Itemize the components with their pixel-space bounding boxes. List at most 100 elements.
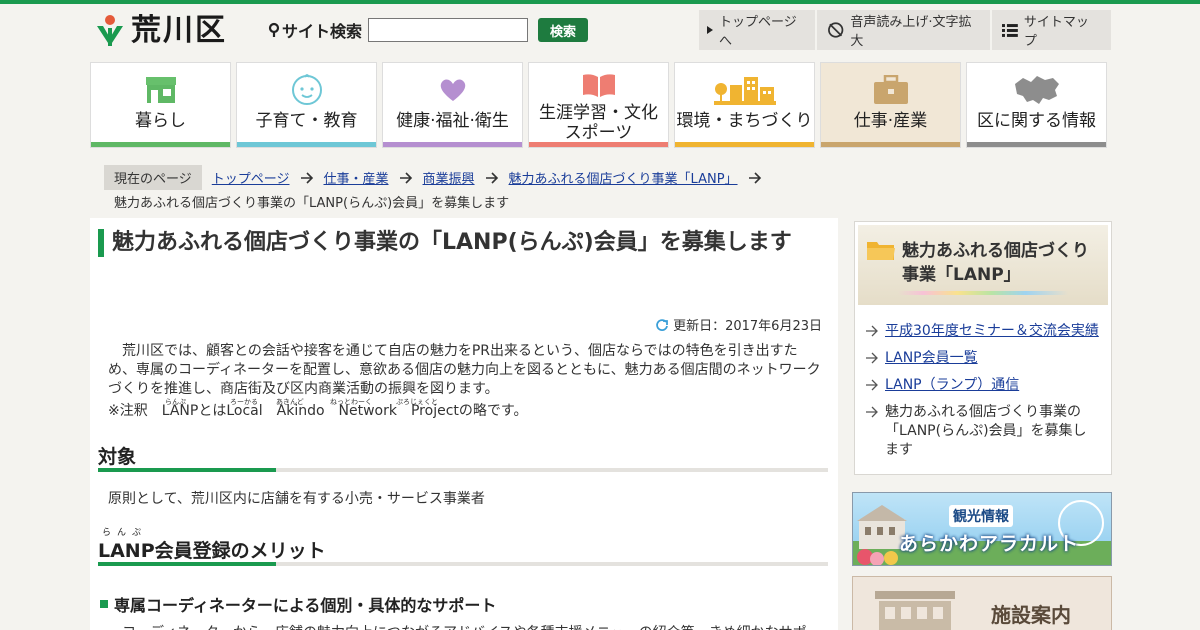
sidebar-link[interactable]: LANP会員一覧 (885, 349, 978, 368)
sidebar-link[interactable]: LANP（ランプ）通信 (885, 376, 1019, 395)
logo-text: 荒川区 (131, 13, 227, 48)
sidebar-link[interactable]: 平成30年度セミナー＆交流会実績 (885, 322, 1099, 341)
facility-building-icon (875, 591, 955, 630)
ruby-text: ろーかる (230, 398, 258, 406)
nav-tile-work-industry[interactable]: 仕事·産業 (820, 62, 961, 148)
nav-tile-ward-info[interactable]: 区に関する情報 (966, 62, 1107, 148)
house-icon (145, 77, 176, 103)
intro-line: 荒川区では、顧客との会話や接客を通じて自店の魅力をPR出来るという、個店ならでは… (122, 343, 798, 359)
nav-underline (675, 142, 814, 147)
sitemap-label: サイトマップ (1023, 15, 1089, 49)
nav-tile-living[interactable]: 暮らし (90, 62, 231, 148)
facility-title: 施設案内 (991, 603, 1071, 627)
arrow-right-icon (748, 171, 761, 184)
search-label: サイト検索 (268, 18, 362, 42)
nav-label-work-industry: 仕事·産業 (853, 111, 928, 131)
search-input[interactable] (368, 18, 529, 42)
book-icon (582, 74, 615, 97)
breadcrumb-link-top[interactable]: トップページ (212, 168, 290, 187)
speech-zoom-label: 音声読み上げ·文字拡大 (850, 15, 972, 49)
breadcrumb-link-lanp[interactable]: 魅力あふれる個店づくり事業「LANP」 (509, 168, 738, 187)
main-content: 魅力あふれる個店づくり事業の「LANP(らんぷ)会員」を募集します 更新日：20… (90, 218, 838, 630)
search-label-text: サイト検索 (282, 22, 363, 41)
arrow-right-icon (300, 171, 313, 184)
top-accent-bar (0, 0, 1200, 4)
ruby-text: らんぷ (165, 398, 186, 406)
arrow-right-icon (866, 379, 878, 391)
ruby-text: ねっとわーく (330, 398, 372, 406)
breadcrumb-link-work[interactable]: 仕事・産業 (324, 168, 389, 187)
sidebar-title: 魅力あふれる個店づくり事業「LANP」 (902, 241, 1089, 285)
sidebar-item[interactable]: LANP会員一覧 (865, 349, 1099, 368)
updated-text: 更新日：2017年6月23日 (673, 319, 822, 334)
section-heading-merit: らんぷ LANP会員登録のメリット (98, 528, 828, 566)
subheading-support: 専属コーディネーターによる個別・具体的なサポート (100, 592, 496, 616)
arakawa-emblem-icon (95, 14, 125, 48)
note-line: らんぷ ろーかる あきんど ねっとわーく ぷろじぇくと ※注釈 LANPとはLo… (108, 398, 826, 421)
breadcrumb-current-label: 現在のページ (104, 165, 202, 190)
nav-underline (383, 142, 522, 147)
nav-tile-health[interactable]: 健康·福祉·衛生 (382, 62, 523, 148)
nav-label-childcare: 子育て・教育 (255, 111, 358, 131)
breadcrumb: 現在のページ トップページ 仕事・産業 商業振興 魅力あふれる個店づくり事業「L… (104, 165, 762, 190)
page-title: 魅力あふれる個店づくり事業の「LANP(らんぷ)会員」を募集します (98, 229, 818, 257)
nav-label-living: 暮らし (135, 111, 186, 131)
nav-label-health: 健康·福祉·衛生 (396, 111, 509, 131)
site-logo[interactable]: 荒川区 (95, 14, 227, 48)
arrow-right-icon (485, 171, 498, 184)
global-nav: 暮らし 子育て・教育 健康·福祉·衛生 生涯学習・文化 スポーツ 環境・まちづくり… (90, 62, 1107, 148)
search-button[interactable]: 検索 (538, 18, 589, 42)
search-icon (268, 22, 280, 37)
speech-zoom-button[interactable]: 音声読み上げ·文字拡大 (817, 10, 990, 50)
top-page-label: トップページへ (718, 15, 797, 49)
nav-underline (91, 142, 230, 147)
no-speech-icon (828, 22, 844, 38)
sidebar-current-label: 魅力あふれる個店づくり事業の「LANP(らんぷ)会員」を募集します (885, 404, 1087, 458)
sitemap-button[interactable]: サイトマップ (992, 10, 1111, 50)
facility-banner[interactable]: 施設案内 (852, 576, 1112, 630)
folder-icon (867, 242, 895, 260)
breadcrumb-page: 魅力あふれる個店づくり事業の「LANP(らんぷ)会員」を募集します (114, 196, 510, 211)
nav-tile-environment[interactable]: 環境・まちづくり (674, 62, 815, 148)
arrow-right-icon (866, 325, 878, 337)
nav-tile-childcare[interactable]: 子育て・教育 (236, 62, 377, 148)
tourism-banner[interactable]: 観光情報 あらかわアラカルト (852, 492, 1112, 566)
top-page-button[interactable]: トップページへ (699, 10, 815, 50)
site-search: サイト検索 検索 (268, 18, 589, 42)
target-text: 原則として、荒川区内に店舗を有する小売・サービス事業者 (108, 491, 485, 507)
sidebar-item-current: 魅力あふれる個店づくり事業の「LANP(らんぷ)会員」を募集します (865, 403, 1099, 460)
triangle-right-icon (707, 26, 713, 34)
sidebar-list: 平成30年度セミナー＆交流会実績 LANP会員一覧 LANP（ランプ）通信 魅力… (855, 308, 1111, 460)
buildings-icon (713, 77, 776, 105)
support-text: コーディネーターから、店舗の魅力向上につながるアドバイスや各種支援メニューの紹介… (122, 622, 821, 630)
nav-label-environment: 環境・まちづくり (676, 111, 813, 131)
heart-icon (440, 79, 465, 101)
tourism-title: あらかわアラカルト (899, 533, 1080, 555)
nav-underline (237, 142, 376, 147)
ruby-text: らんぷ (102, 528, 148, 538)
nav-underline (821, 142, 960, 147)
sidebar-item[interactable]: LANP（ランプ）通信 (865, 376, 1099, 395)
ruby-text: あきんど (276, 398, 304, 406)
utility-nav: トップページへ 音声読み上げ·文字拡大 サイトマップ (699, 10, 1111, 50)
tourism-tag: 観光情報 (949, 505, 1013, 527)
nav-label-ward-info: 区に関する情報 (977, 111, 1096, 131)
nav-tile-lifelong-learning[interactable]: 生涯学習・文化 スポーツ (528, 62, 669, 148)
ruby-text: ぷろじぇくと (396, 398, 438, 406)
arrow-right-icon (399, 171, 412, 184)
section-heading-target: 対象 (98, 442, 828, 472)
sidebar-submenu: 魅力あふれる個店づくり事業「LANP」 平成30年度セミナー＆交流会実績 LAN… (854, 221, 1112, 475)
arrow-right-icon (866, 406, 878, 418)
intro-text: 荒川区では、顧客との会話や接客を通じて自店の魅力をPR出来るという、個店ならでは… (108, 342, 826, 421)
nav-label-lifelong-learning: 生涯学習・文化 スポーツ (539, 103, 658, 143)
nav-underline (529, 142, 668, 147)
breadcrumb-link-commerce[interactable]: 商業振興 (423, 168, 475, 187)
briefcase-icon (873, 75, 908, 104)
sidebar-item[interactable]: 平成30年度セミナー＆交流会実績 (865, 322, 1099, 341)
intro-line: め、専属のコーディネーターを配置し、意欲ある個店の魅力向上を図るとともに、魅力あ… (108, 362, 821, 378)
arrow-right-icon (866, 352, 878, 364)
updated-date: 更新日：2017年6月23日 (655, 315, 822, 334)
intro-line: づくりを推進し、商店街及び区内商業活動の振興を図ります。 (108, 381, 499, 397)
decorative-rainbow (898, 291, 1068, 295)
list-icon (1002, 24, 1018, 37)
